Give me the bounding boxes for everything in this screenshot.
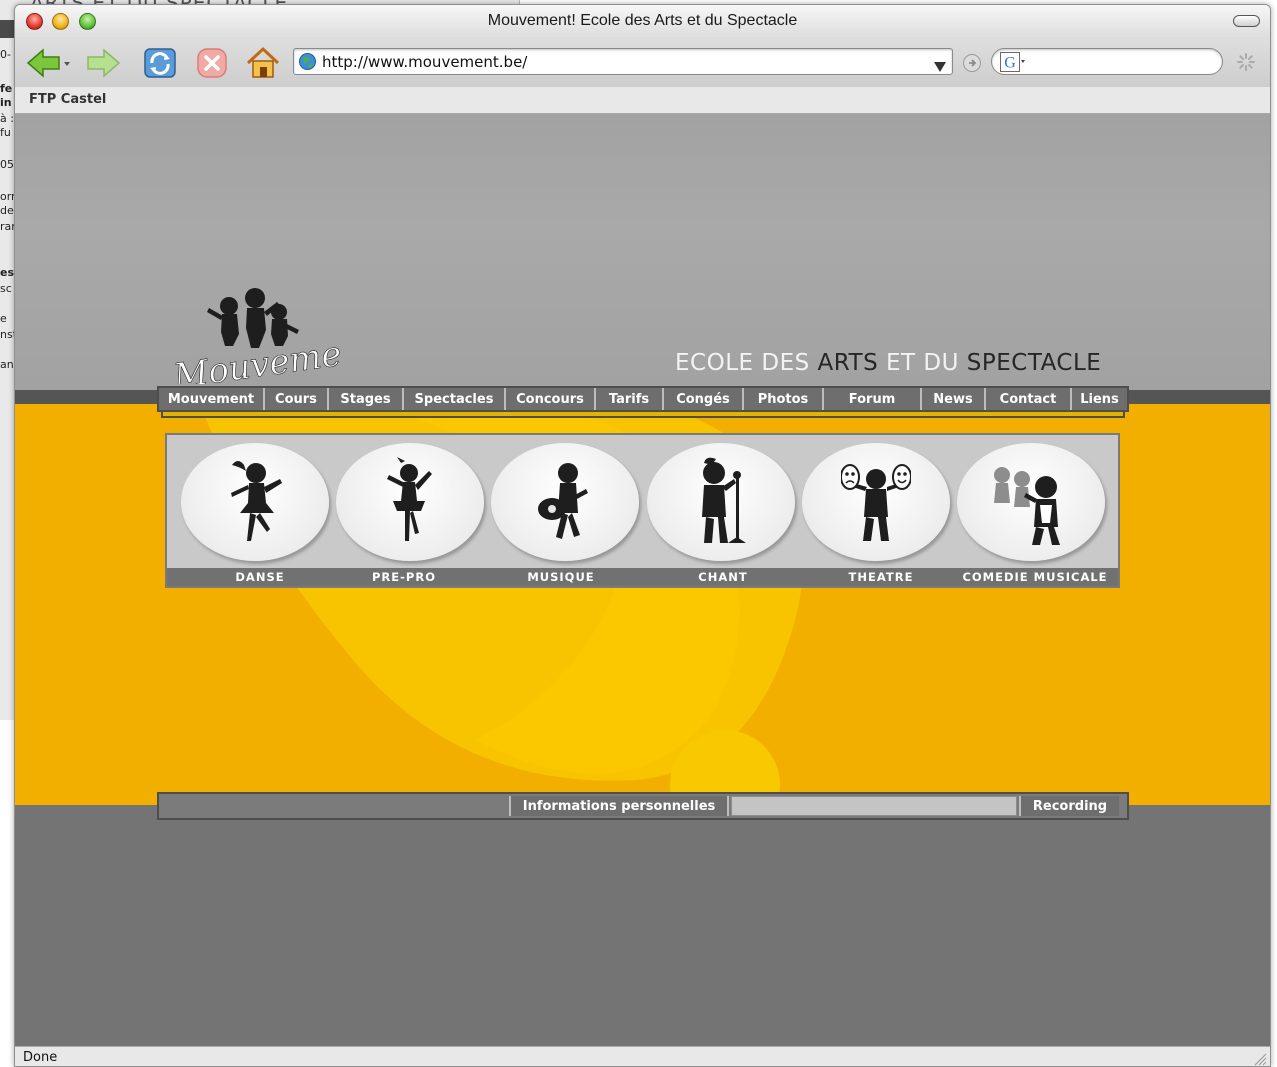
bookmarks-bar: FTP Castel	[15, 87, 1270, 114]
nav-underline	[161, 412, 1125, 418]
search-engine-google-icon[interactable]: G	[1000, 52, 1026, 76]
home-icon	[244, 45, 282, 81]
category-label-theatre[interactable]: THEATRE	[849, 570, 914, 584]
footer-band	[15, 805, 1270, 1046]
forward-button[interactable]	[81, 45, 129, 81]
recording-button[interactable]: Recording	[1019, 796, 1119, 816]
category-comedie-musicale-button[interactable]	[957, 443, 1105, 561]
address-bar[interactable]: http://www.mouvement.be/	[293, 48, 953, 75]
background-text: in	[0, 96, 12, 109]
background-text: fe	[0, 82, 13, 95]
category-pre-pro-button[interactable]	[336, 443, 484, 561]
navigation-toolbar: http://www.mouvement.be/ G	[15, 39, 1270, 87]
category-label-strip: DANSE PRE-PRO MUSIQUE CHANT THEATRE COME…	[167, 568, 1118, 586]
tagline-part: ECOLE DES	[675, 350, 818, 376]
nav-conges[interactable]: Congés	[664, 388, 744, 410]
tagline-part: SPECTACLE	[966, 350, 1102, 376]
go-icon[interactable]	[962, 53, 982, 77]
category-label-comedie-musicale[interactable]: COMEDIE MUSICALE	[962, 570, 1107, 584]
window-title: Mouvement! Ecole des Arts et du Spectacl…	[487, 12, 798, 29]
tagline-part: ET DU	[878, 350, 967, 376]
category-danse-button[interactable]	[181, 443, 329, 561]
background-window-bar	[0, 20, 14, 38]
activity-spinner-icon	[1237, 53, 1255, 75]
browser-window: Mouvement! Ecole des Arts et du Spectacl…	[14, 4, 1271, 1067]
nav-news[interactable]: News	[922, 388, 986, 410]
category-label-pre-pro[interactable]: PRE-PRO	[372, 570, 436, 584]
category-panel: DANSE PRE-PRO MUSIQUE CHANT THEATRE COME…	[165, 433, 1120, 588]
globe-icon	[298, 52, 317, 75]
nav-photos[interactable]: Photos	[744, 388, 824, 410]
search-engine-letter: G	[1004, 55, 1016, 72]
main-navigation: Mouvement Cours Stages Spectacles Concou…	[157, 386, 1129, 412]
reload-button[interactable]	[139, 45, 181, 81]
background-text: es	[0, 266, 15, 279]
category-label-danse[interactable]: DANSE	[235, 570, 284, 584]
nav-contact[interactable]: Contact	[986, 388, 1072, 410]
url-text: http://www.mouvement.be/	[322, 53, 528, 71]
tagline-part: ARTS	[817, 350, 879, 376]
category-label-chant[interactable]: CHANT	[698, 570, 747, 584]
footer-bar: Informations personnelles Recording	[157, 792, 1129, 820]
background-text: à :	[0, 112, 14, 125]
personal-info-button[interactable]: Informations personnelles	[509, 796, 729, 816]
nav-forum[interactable]: Forum	[824, 388, 922, 410]
nav-concours[interactable]: Concours	[506, 388, 596, 410]
site-logo[interactable]: Mouvement!	[167, 286, 393, 398]
background-text: sc	[0, 282, 12, 295]
back-button[interactable]	[23, 45, 73, 81]
toolbar-toggle-button[interactable]	[1233, 15, 1260, 27]
background-text: 0-	[0, 48, 11, 61]
footer-field	[731, 796, 1017, 816]
category-label-musique[interactable]: MUSIQUE	[527, 570, 594, 584]
nav-liens[interactable]: Liens	[1072, 388, 1127, 410]
url-dropdown-icon[interactable]	[934, 57, 946, 76]
background-text: e	[0, 312, 7, 325]
title-bar: Mouvement! Ecole des Arts et du Spectacl…	[15, 5, 1270, 39]
stop-icon	[194, 45, 230, 81]
nav-cours[interactable]: Cours	[265, 388, 329, 410]
back-arrow-icon	[25, 46, 71, 80]
status-bar: Done	[15, 1046, 1270, 1066]
nav-spectacles[interactable]: Spectacles	[404, 388, 506, 410]
category-chant-button[interactable]	[647, 443, 795, 561]
category-musique-button[interactable]	[491, 443, 639, 561]
reload-icon	[141, 45, 179, 81]
stop-button[interactable]	[191, 45, 233, 81]
background-text: 05	[0, 158, 14, 171]
web-page: Mouvement! ECOLE DES ARTS ET DU SPECTACL…	[15, 114, 1270, 1046]
resize-grip-icon[interactable]	[1253, 1051, 1267, 1066]
status-text: Done	[23, 1050, 58, 1065]
category-theatre-button[interactable]	[802, 443, 950, 561]
nav-stages[interactable]: Stages	[329, 388, 404, 410]
home-button[interactable]	[241, 45, 285, 81]
nav-tarifs[interactable]: Tarifs	[596, 388, 664, 410]
search-input[interactable]: G	[991, 48, 1223, 75]
forward-arrow-icon	[83, 46, 127, 80]
background-text: fu	[0, 126, 11, 139]
background-text: an	[0, 358, 14, 371]
site-tagline: ECOLE DES ARTS ET DU SPECTACLE	[675, 350, 1101, 376]
bookmark-ftp-castel[interactable]: FTP Castel	[29, 92, 106, 107]
nav-mouvement[interactable]: Mouvement	[159, 388, 265, 410]
